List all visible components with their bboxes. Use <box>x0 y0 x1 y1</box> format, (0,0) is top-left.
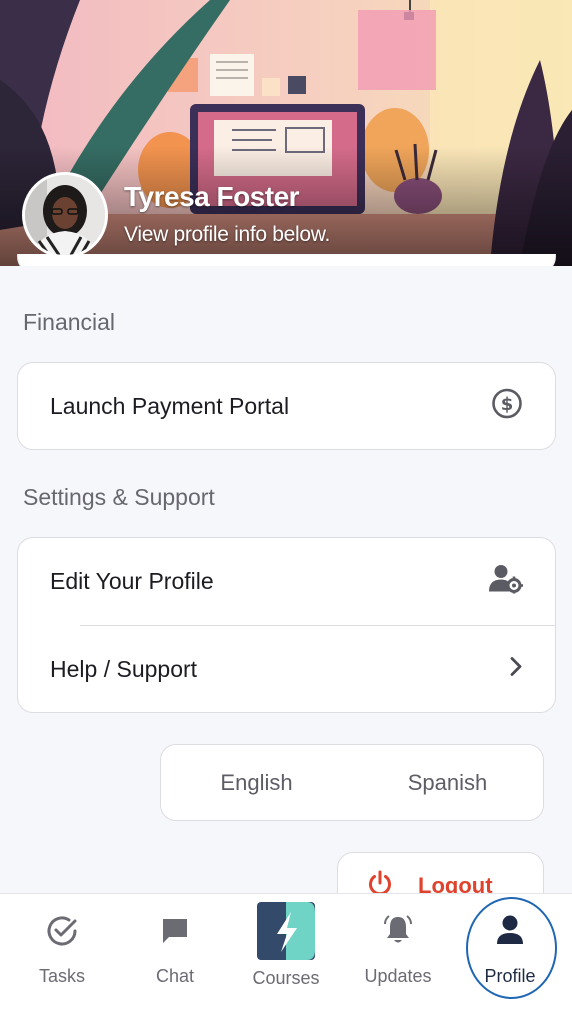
help-support-button[interactable]: Help / Support <box>18 626 555 712</box>
check-circle-icon <box>45 914 79 953</box>
user-gear-icon <box>489 564 523 599</box>
nav-updates-label: Updates <box>364 966 432 986</box>
dollar-circle-icon: $ <box>491 388 523 425</box>
financial-card: Launch Payment Portal $ <box>17 362 556 450</box>
language-spanish-option[interactable]: Spanish <box>352 745 543 820</box>
nav-tab-chat[interactable]: Chat <box>127 894 223 1015</box>
bolt-logo-icon <box>257 902 315 965</box>
launch-payment-portal-button[interactable]: Launch Payment Portal $ <box>18 363 555 449</box>
edit-profile-button[interactable]: Edit Your Profile <box>18 538 555 624</box>
profile-selected-ring <box>466 897 557 999</box>
chevron-right-icon <box>509 657 523 682</box>
svg-text:$: $ <box>501 394 514 415</box>
previous-card-edge <box>17 254 556 266</box>
edit-profile-label: Edit Your Profile <box>50 567 214 594</box>
bell-icon <box>382 914 414 951</box>
nav-courses-label: Courses <box>252 968 320 988</box>
language-toggle: English Spanish <box>160 744 544 821</box>
avatar <box>22 172 108 258</box>
nav-tab-courses[interactable]: Courses <box>238 894 334 1015</box>
settings-section-title: Settings & Support <box>23 484 215 510</box>
avatar-photo <box>25 175 105 255</box>
profile-subtitle: View profile info below. <box>124 223 331 246</box>
nav-tasks-label: Tasks <box>38 966 85 986</box>
profile-name: Tyresa Foster <box>124 181 300 212</box>
payment-portal-label: Launch Payment Portal <box>50 392 290 419</box>
nav-tab-updates[interactable]: Updates <box>350 894 446 1015</box>
profile-header: Tyresa Foster View profile info below. <box>0 0 572 266</box>
chat-bubble-icon <box>160 916 190 951</box>
language-english-option[interactable]: English <box>161 745 352 820</box>
financial-section-title: Financial <box>23 309 116 335</box>
help-support-label: Help / Support <box>50 655 198 682</box>
nav-tab-tasks[interactable]: Tasks <box>14 894 110 1015</box>
nav-chat-label: Chat <box>155 966 195 986</box>
settings-card: Edit Your Profile Help / Support <box>17 537 556 713</box>
